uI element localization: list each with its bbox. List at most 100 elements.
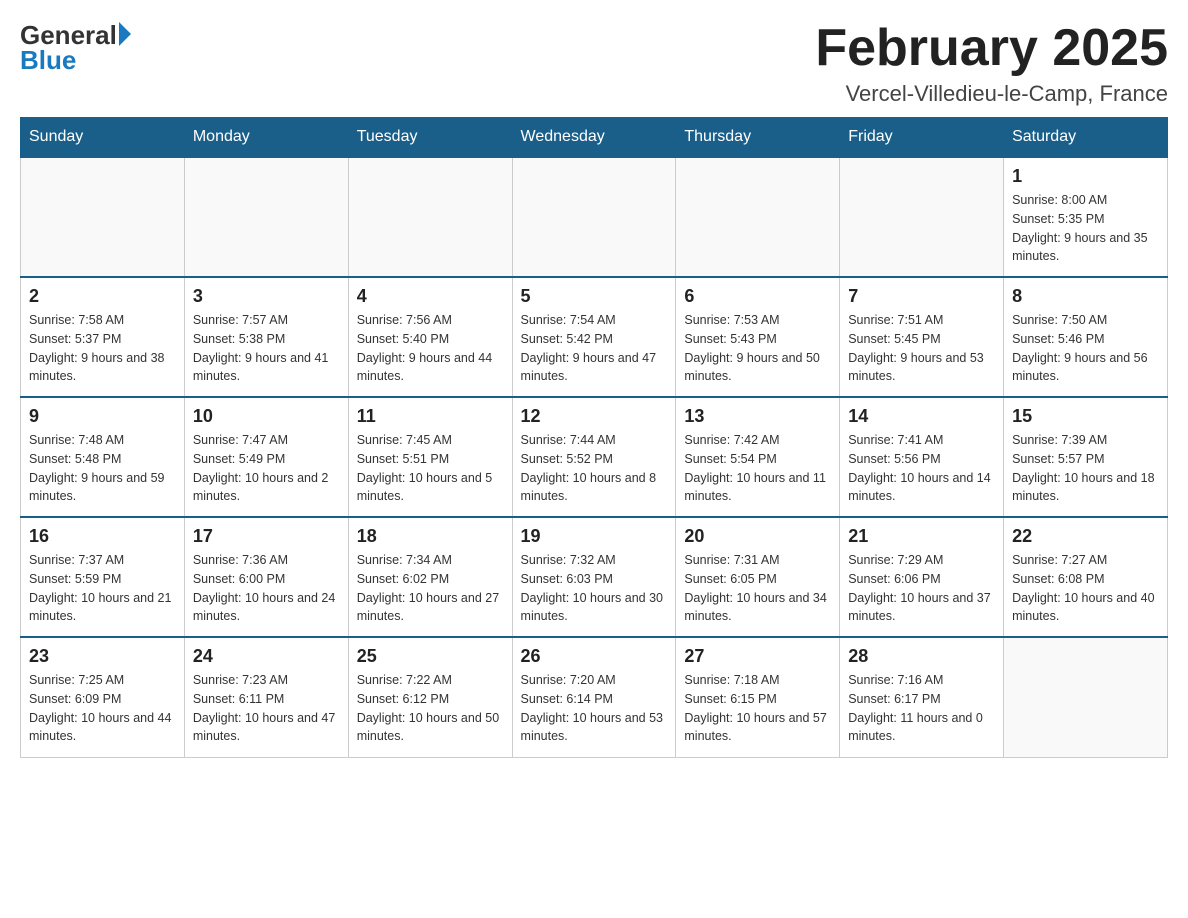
day-number: 20 (684, 526, 831, 547)
calendar-day-cell: 7 Sunrise: 7:51 AMSunset: 5:45 PMDaylight… (840, 277, 1004, 397)
logo-triangle-icon (119, 22, 131, 46)
calendar-day-cell: 12 Sunrise: 7:44 AMSunset: 5:52 PMDayligh… (512, 397, 676, 517)
day-info: Sunrise: 7:58 AMSunset: 5:37 PMDaylight:… (29, 311, 176, 386)
month-title: February 2025 (815, 20, 1168, 77)
day-info: Sunrise: 7:45 AMSunset: 5:51 PMDaylight:… (357, 431, 504, 506)
day-number: 10 (193, 406, 340, 427)
day-number: 28 (848, 646, 995, 667)
day-info: Sunrise: 7:16 AMSunset: 6:17 PMDaylight:… (848, 671, 995, 746)
calendar-day-cell (21, 157, 185, 277)
day-info: Sunrise: 7:53 AMSunset: 5:43 PMDaylight:… (684, 311, 831, 386)
day-info: Sunrise: 7:50 AMSunset: 5:46 PMDaylight:… (1012, 311, 1159, 386)
day-info: Sunrise: 7:27 AMSunset: 6:08 PMDaylight:… (1012, 551, 1159, 626)
day-number: 12 (521, 406, 668, 427)
calendar-week-row: 16Sunrise: 7:37 AMSunset: 5:59 PMDayligh… (21, 517, 1168, 637)
weekday-header-friday: Friday (840, 118, 1004, 158)
day-number: 16 (29, 526, 176, 547)
day-info: Sunrise: 7:31 AMSunset: 6:05 PMDaylight:… (684, 551, 831, 626)
calendar-day-cell: 24 Sunrise: 7:23 AMSunset: 6:11 PMDayligh… (184, 637, 348, 757)
day-info: Sunrise: 7:44 AMSunset: 5:52 PMDaylight:… (521, 431, 668, 506)
calendar-week-row: 2 Sunrise: 7:58 AMSunset: 5:37 PMDaylight… (21, 277, 1168, 397)
day-number: 23 (29, 646, 176, 667)
calendar-day-cell: 6 Sunrise: 7:53 AMSunset: 5:43 PMDaylight… (676, 277, 840, 397)
location-title: Vercel-Villedieu-le-Camp, France (815, 81, 1168, 107)
calendar-day-cell: 23 Sunrise: 7:25 AMSunset: 6:09 PMDayligh… (21, 637, 185, 757)
day-number: 22 (1012, 526, 1159, 547)
day-info: Sunrise: 7:36 AMSunset: 6:00 PMDaylight:… (193, 551, 340, 626)
calendar-header-row: SundayMondayTuesdayWednesdayThursdayFrid… (21, 118, 1168, 158)
day-number: 24 (193, 646, 340, 667)
day-info: Sunrise: 7:20 AMSunset: 6:14 PMDaylight:… (521, 671, 668, 746)
calendar-day-cell: 8 Sunrise: 7:50 AMSunset: 5:46 PMDaylight… (1004, 277, 1168, 397)
calendar-day-cell: 26 Sunrise: 7:20 AMSunset: 6:14 PMDayligh… (512, 637, 676, 757)
day-number: 6 (684, 286, 831, 307)
title-section: February 2025 Vercel-Villedieu-le-Camp, … (815, 20, 1168, 107)
calendar-day-cell: 10Sunrise: 7:47 AMSunset: 5:49 PMDayligh… (184, 397, 348, 517)
calendar-day-cell (184, 157, 348, 277)
calendar-day-cell (840, 157, 1004, 277)
calendar-week-row: 23 Sunrise: 7:25 AMSunset: 6:09 PMDayligh… (21, 637, 1168, 757)
day-number: 3 (193, 286, 340, 307)
day-number: 9 (29, 406, 176, 427)
calendar-day-cell: 19 Sunrise: 7:32 AMSunset: 6:03 PMDayligh… (512, 517, 676, 637)
calendar-day-cell: 5Sunrise: 7:54 AMSunset: 5:42 PMDaylight… (512, 277, 676, 397)
weekday-header-tuesday: Tuesday (348, 118, 512, 158)
calendar-day-cell: 4 Sunrise: 7:56 AMSunset: 5:40 PMDaylight… (348, 277, 512, 397)
calendar-day-cell: 14 Sunrise: 7:41 AMSunset: 5:56 PMDayligh… (840, 397, 1004, 517)
weekday-header-monday: Monday (184, 118, 348, 158)
day-info: Sunrise: 7:23 AMSunset: 6:11 PMDaylight:… (193, 671, 340, 746)
calendar-day-cell: 2 Sunrise: 7:58 AMSunset: 5:37 PMDaylight… (21, 277, 185, 397)
day-number: 26 (521, 646, 668, 667)
calendar-day-cell: 21 Sunrise: 7:29 AMSunset: 6:06 PMDayligh… (840, 517, 1004, 637)
weekday-header-wednesday: Wednesday (512, 118, 676, 158)
calendar-day-cell: 15Sunrise: 7:39 AMSunset: 5:57 PMDayligh… (1004, 397, 1168, 517)
day-info: Sunrise: 7:39 AMSunset: 5:57 PMDaylight:… (1012, 431, 1159, 506)
day-number: 5 (521, 286, 668, 307)
logo-blue: Blue (20, 45, 131, 76)
day-info: Sunrise: 7:18 AMSunset: 6:15 PMDaylight:… (684, 671, 831, 746)
calendar-day-cell: 13 Sunrise: 7:42 AMSunset: 5:54 PMDayligh… (676, 397, 840, 517)
calendar-day-cell: 1 Sunrise: 8:00 AMSunset: 5:35 PMDaylight… (1004, 157, 1168, 277)
calendar-day-cell: 9 Sunrise: 7:48 AMSunset: 5:48 PMDaylight… (21, 397, 185, 517)
calendar-day-cell: 16Sunrise: 7:37 AMSunset: 5:59 PMDayligh… (21, 517, 185, 637)
calendar-table: SundayMondayTuesdayWednesdayThursdayFrid… (20, 117, 1168, 758)
calendar-day-cell: 28 Sunrise: 7:16 AMSunset: 6:17 PMDayligh… (840, 637, 1004, 757)
day-number: 21 (848, 526, 995, 547)
calendar-day-cell (348, 157, 512, 277)
calendar-day-cell (1004, 637, 1168, 757)
day-number: 14 (848, 406, 995, 427)
day-number: 25 (357, 646, 504, 667)
day-info: Sunrise: 7:51 AMSunset: 5:45 PMDaylight:… (848, 311, 995, 386)
day-info: Sunrise: 7:25 AMSunset: 6:09 PMDaylight:… (29, 671, 176, 746)
calendar-day-cell: 17 Sunrise: 7:36 AMSunset: 6:00 PMDayligh… (184, 517, 348, 637)
day-number: 8 (1012, 286, 1159, 307)
logo: General Blue (20, 20, 131, 76)
day-info: Sunrise: 7:56 AMSunset: 5:40 PMDaylight:… (357, 311, 504, 386)
calendar-day-cell: 11 Sunrise: 7:45 AMSunset: 5:51 PMDayligh… (348, 397, 512, 517)
day-number: 11 (357, 406, 504, 427)
day-info: Sunrise: 7:48 AMSunset: 5:48 PMDaylight:… (29, 431, 176, 506)
day-info: Sunrise: 7:34 AMSunset: 6:02 PMDaylight:… (357, 551, 504, 626)
weekday-header-saturday: Saturday (1004, 118, 1168, 158)
day-info: Sunrise: 7:42 AMSunset: 5:54 PMDaylight:… (684, 431, 831, 506)
day-number: 27 (684, 646, 831, 667)
day-info: Sunrise: 7:41 AMSunset: 5:56 PMDaylight:… (848, 431, 995, 506)
day-info: Sunrise: 7:32 AMSunset: 6:03 PMDaylight:… (521, 551, 668, 626)
day-number: 17 (193, 526, 340, 547)
day-info: Sunrise: 7:22 AMSunset: 6:12 PMDaylight:… (357, 671, 504, 746)
day-info: Sunrise: 8:00 AMSunset: 5:35 PMDaylight:… (1012, 191, 1159, 266)
day-number: 1 (1012, 166, 1159, 187)
day-info: Sunrise: 7:29 AMSunset: 6:06 PMDaylight:… (848, 551, 995, 626)
day-info: Sunrise: 7:57 AMSunset: 5:38 PMDaylight:… (193, 311, 340, 386)
weekday-header-sunday: Sunday (21, 118, 185, 158)
calendar-week-row: 1 Sunrise: 8:00 AMSunset: 5:35 PMDaylight… (21, 157, 1168, 277)
calendar-day-cell: 22 Sunrise: 7:27 AMSunset: 6:08 PMDayligh… (1004, 517, 1168, 637)
day-number: 4 (357, 286, 504, 307)
day-number: 13 (684, 406, 831, 427)
day-number: 19 (521, 526, 668, 547)
day-number: 2 (29, 286, 176, 307)
calendar-day-cell (512, 157, 676, 277)
page-header: General Blue February 2025 Vercel-Villed… (20, 20, 1168, 107)
day-number: 7 (848, 286, 995, 307)
calendar-day-cell: 27 Sunrise: 7:18 AMSunset: 6:15 PMDayligh… (676, 637, 840, 757)
